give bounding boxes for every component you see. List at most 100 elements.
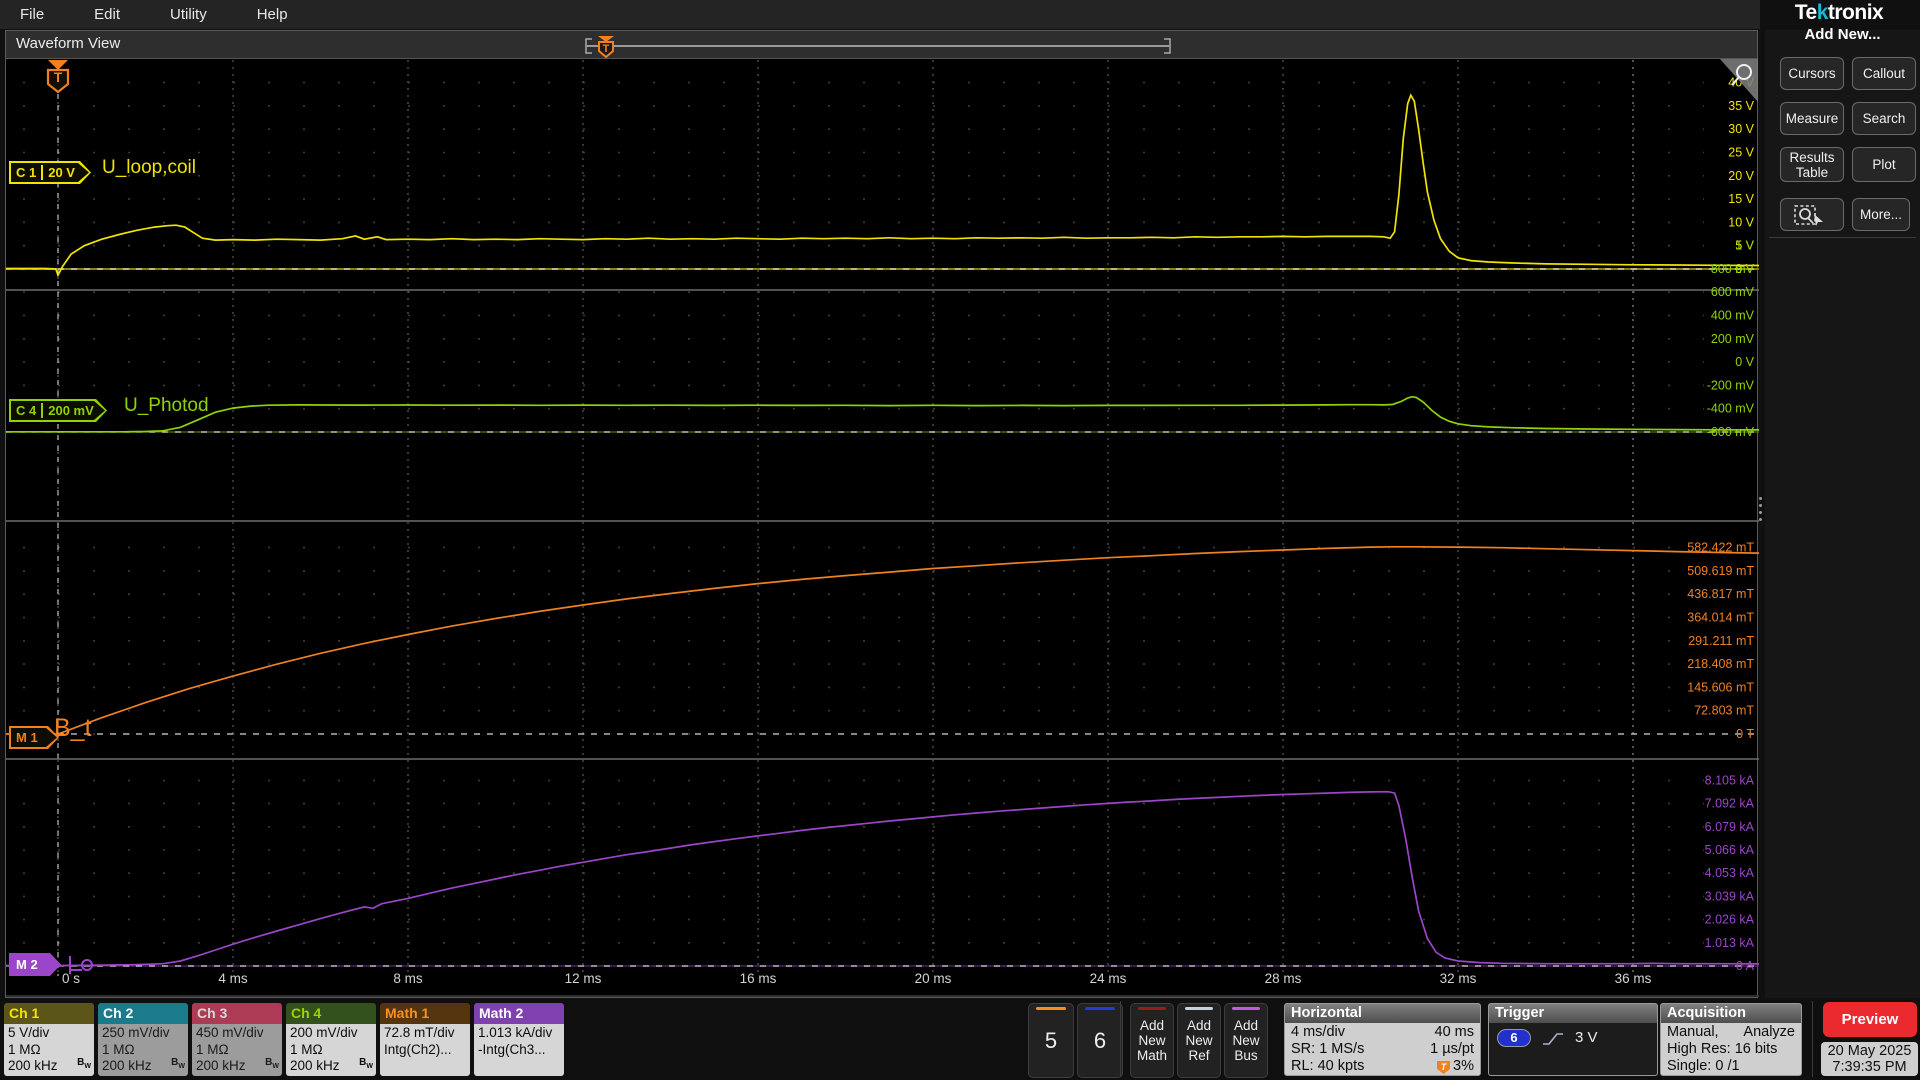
ch1-badge-name: C 1 xyxy=(16,165,37,180)
math2-tick: 6.079 kA xyxy=(1705,820,1755,834)
math1-badge[interactable]: M 1 xyxy=(9,726,59,749)
time-tick: 16 ms xyxy=(740,971,777,986)
record-trigger-icon[interactable]: T xyxy=(598,36,614,58)
ch4-tick: -400 mV xyxy=(1707,402,1755,416)
time-tick: 12 ms xyxy=(565,971,602,986)
cursors-button[interactable]: Cursors xyxy=(1780,57,1844,90)
record-view-scrollbar[interactable]: T xyxy=(581,34,1181,58)
math2-tick: 7.092 kA xyxy=(1705,797,1755,811)
trigger-level: 3 V xyxy=(1575,1029,1598,1046)
ch4-trace[interactable] xyxy=(6,395,1759,433)
horizontal-resolution: 1 µs/pt xyxy=(1430,1041,1474,1057)
waveform-plot[interactable]: 40 V35 V30 V25 V20 V15 V10 V5 V0 V1 V800… xyxy=(6,58,1759,999)
time-tick: 28 ms xyxy=(1265,971,1302,986)
horizontal-window: 40 ms xyxy=(1434,1024,1475,1040)
ch1-label[interactable]: U_loop,coil xyxy=(102,157,196,179)
badge-title: Ch 1 xyxy=(4,1003,94,1024)
ch4-tick: -200 mV xyxy=(1707,378,1755,392)
ch4-tick: 0 V xyxy=(1735,355,1754,369)
math2-badge[interactable]: M 2 xyxy=(9,953,61,976)
math2-tick: 3.039 kA xyxy=(1705,889,1755,903)
svg-text:T: T xyxy=(603,43,610,55)
ch1-trace[interactable] xyxy=(6,93,1759,278)
more-button[interactable]: More... xyxy=(1852,198,1910,231)
menu-utility[interactable]: Utility xyxy=(170,6,207,23)
ch4-badge[interactable]: C 4 200 mV xyxy=(9,399,107,422)
date-text: 20 May 2025 xyxy=(1827,1043,1912,1059)
math1-tick: 291.211 mT xyxy=(1688,634,1754,648)
badge-row: 200 mV/div xyxy=(290,1025,358,1040)
waveform-view-title-bar: Waveform View T xyxy=(6,31,1757,59)
math1-label[interactable]: B_t xyxy=(54,714,92,743)
time-tick: 36 ms xyxy=(1615,971,1652,986)
badge-ch3[interactable]: Ch 3 450 mV/div 1 MΩ 200 kHz BW xyxy=(192,1003,282,1076)
badge-title: Math 2 xyxy=(474,1003,564,1024)
search-button[interactable]: Search xyxy=(1852,102,1916,135)
trigger-panel[interactable]: Trigger 6 3 V xyxy=(1488,1003,1658,1076)
ch4-label[interactable]: U_Photod xyxy=(124,395,209,417)
marquee-zoom-icon xyxy=(1794,204,1823,226)
time-tick: 4 ms xyxy=(218,971,248,986)
trigger-title: Trigger xyxy=(1489,1004,1657,1023)
badge-row: 1.013 kA/div xyxy=(478,1025,553,1040)
right-panel-divider xyxy=(1769,237,1916,238)
badge-row: -Intg(Ch3... xyxy=(478,1041,546,1057)
waveform-view-title: Waveform View xyxy=(16,35,121,52)
preview-button[interactable]: Preview xyxy=(1823,1002,1917,1037)
badge-math1[interactable]: Math 1 72.8 mT/div Intg(Ch2)... xyxy=(380,1003,470,1076)
menu-file[interactable]: File xyxy=(20,6,44,23)
badge-row: 250 mV/div xyxy=(102,1025,170,1040)
badge-ch4[interactable]: Ch 4 200 mV/div 1 MΩ 200 kHz BW xyxy=(286,1003,376,1076)
zoom-select-button[interactable] xyxy=(1780,198,1844,231)
waveform-view[interactable]: Waveform View T 40 V35 V30 V25 V20 V15 V… xyxy=(5,30,1759,999)
measure-button[interactable]: Measure xyxy=(1780,102,1844,135)
results-table-button[interactable]: Results Table xyxy=(1780,147,1844,182)
add-new-bus-button[interactable]: Add New Bus xyxy=(1224,1003,1268,1078)
math1-tick: 364.014 mT xyxy=(1687,611,1754,625)
badge-title: Ch 3 xyxy=(192,1003,282,1024)
ch1-badge[interactable]: C 1 20 V xyxy=(9,161,91,184)
add-new-ref-button[interactable]: Add New Ref xyxy=(1177,1003,1221,1078)
math1-badge-name: M 1 xyxy=(16,730,38,745)
channel-6-button[interactable]: 6 xyxy=(1077,1003,1123,1078)
ch4-tick: 600 mV xyxy=(1711,285,1755,299)
acquisition-resolution: High Res: 16 bits xyxy=(1667,1041,1778,1057)
ch4-badge-name: C 4 xyxy=(16,403,37,418)
add-new-heading: Add New... xyxy=(1804,26,1881,43)
plot-button[interactable]: Plot xyxy=(1852,147,1916,182)
ch1-tick: 20 V xyxy=(1728,169,1754,183)
badge-ch2[interactable]: Ch 2 250 mV/div 1 MΩ 200 kHz BW xyxy=(98,1003,188,1076)
add-new-math-button[interactable]: Add New Math xyxy=(1130,1003,1174,1078)
svg-text:T: T xyxy=(54,69,63,85)
badge-math2[interactable]: Math 2 1.013 kA/div -Intg(Ch3... xyxy=(474,1003,564,1076)
menu-help[interactable]: Help xyxy=(257,6,288,23)
horizontal-panel[interactable]: Horizontal 4 ms/div 40 ms SR: 1 MS/s 1 µs/… xyxy=(1284,1003,1481,1076)
math2-tick: 2.026 kA xyxy=(1705,913,1755,927)
acquisition-panel[interactable]: Acquisition Manual, Analyze High Res: 16 … xyxy=(1660,1003,1802,1076)
right-panel: Add New... Cursors Callout Measure Search Re… xyxy=(1765,26,1920,998)
callout-button[interactable]: Callout xyxy=(1852,57,1916,90)
time-tick: 0 s xyxy=(62,971,80,986)
menu-edit[interactable]: Edit xyxy=(94,6,120,23)
math1-tick: 145.606 mT xyxy=(1687,680,1754,694)
tektronix-logo: Tektronix xyxy=(1794,1,1884,24)
channel-5-button[interactable]: 5 xyxy=(1028,1003,1074,1078)
math2-trace[interactable] xyxy=(6,790,1759,967)
panel-splitter-handle[interactable] xyxy=(1757,497,1763,521)
ch4-badge-scale: 200 mV xyxy=(41,403,99,418)
rising-edge-icon xyxy=(1543,1033,1563,1045)
acquisition-title: Acquisition xyxy=(1661,1004,1801,1023)
datetime-display[interactable]: 20 May 2025 7:39:35 PM xyxy=(1821,1042,1918,1076)
time-text: 7:39:35 PM xyxy=(1832,1059,1907,1075)
horizontal-sample-rate: SR: 1 MS/s xyxy=(1291,1041,1365,1057)
math1-tick: 436.817 mT xyxy=(1687,587,1754,601)
horizontal-record-length: RL: 40 kpts xyxy=(1291,1058,1365,1074)
corner-zoom-icon[interactable] xyxy=(1720,59,1758,102)
ch4-tick: 400 mV xyxy=(1711,309,1755,323)
trigger-marker[interactable]: T xyxy=(46,60,70,94)
bottom-bar: Ch 15 V/div 1 MΩ 200 kHz BW Ch 2 250 mV/div 1 … xyxy=(0,998,1920,1080)
math2-tick: 1.013 kA xyxy=(1705,936,1755,950)
badge-row: Intg(Ch2)... xyxy=(384,1041,452,1057)
bandwidth-limit-icon: BW xyxy=(265,1056,279,1070)
badge-ch1[interactable]: Ch 15 V/div 1 MΩ 200 kHz BW xyxy=(4,1003,94,1076)
